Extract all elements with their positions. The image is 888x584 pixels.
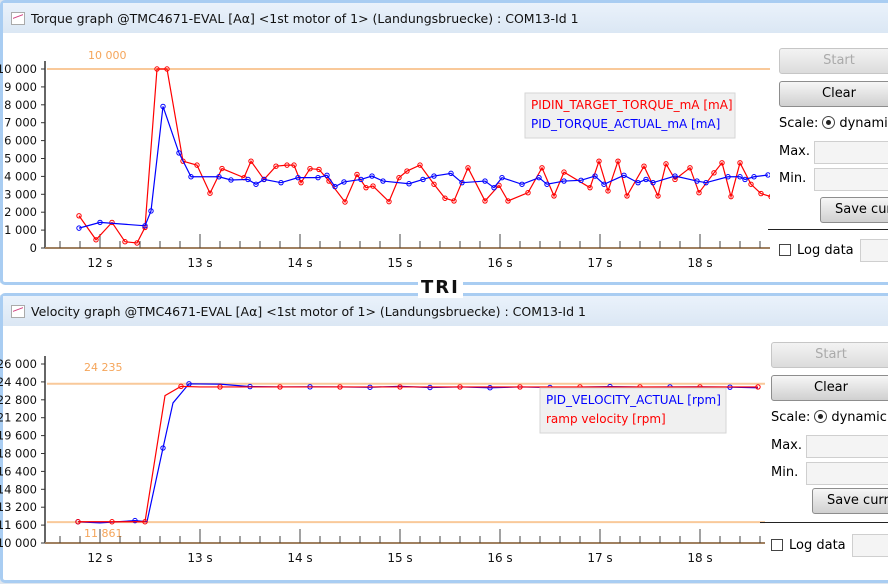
y-tick-label: 5 000 xyxy=(4,152,37,166)
y-tick-label: 22 800 xyxy=(0,393,37,407)
y-tick-label: 6 000 xyxy=(4,134,37,148)
min-input[interactable] xyxy=(806,462,888,485)
log-data-label: Log data xyxy=(789,538,846,553)
x-tick-label: 18 s xyxy=(687,551,712,565)
y-tick-label: 16 400 xyxy=(0,464,37,478)
x-tick-label: 13 s xyxy=(187,256,212,270)
graph-icon xyxy=(11,304,25,318)
scale-dynamic-label: dynamic xyxy=(831,410,887,425)
y-tick-label: 11 600 xyxy=(0,518,37,532)
reference-line-label: 10 000 xyxy=(88,49,127,62)
max-input[interactable] xyxy=(806,435,888,458)
max-input[interactable] xyxy=(814,141,888,164)
log-data-checkbox[interactable] xyxy=(779,244,791,256)
y-tick-label: 10 000 xyxy=(0,62,37,76)
y-tick-label: 4 000 xyxy=(4,169,37,183)
y-tick-label: 10 000 xyxy=(0,536,37,550)
x-tick-label: 17 s xyxy=(587,256,612,270)
velocity-chart: 24 235 11 861 10 000 11 600 13 200 14 800 16 4… xyxy=(0,356,765,565)
y-tick-label: 7 000 xyxy=(4,116,37,130)
title-bar[interactable]: Torque graph @TMC4671-EVAL [Aα] <1st mot… xyxy=(3,3,888,33)
x-tick-label: 16 s xyxy=(487,551,512,565)
clear-button[interactable]: Clear xyxy=(779,81,888,107)
reference-line-label: 24 235 xyxy=(84,361,123,374)
divider xyxy=(768,229,888,230)
x-tick-label: 18 s xyxy=(687,256,712,270)
y-tick-label: 1 000 xyxy=(4,223,37,237)
max-label: Max. xyxy=(779,144,811,159)
x-tick-label: 17 s xyxy=(587,551,612,565)
y-tick-label: 21 200 xyxy=(0,411,37,425)
torque-graph-window: Torque graph @TMC4671-EVAL [Aα] <1st mot… xyxy=(0,0,888,285)
start-button[interactable]: Start xyxy=(779,48,888,74)
legend-entry: PID_TORQUE_ACTUAL_mA [mA] xyxy=(531,117,720,131)
max-label: Max. xyxy=(771,438,803,453)
scale-dynamic-radio[interactable] xyxy=(814,410,828,423)
x-tick-label: 14 s xyxy=(287,551,312,565)
log-file-input[interactable] xyxy=(860,239,888,262)
log-data-control[interactable]: Log data xyxy=(771,538,846,553)
graph-icon xyxy=(11,11,25,25)
y-tick-label: 18 000 xyxy=(0,447,37,461)
x-tick-label: 12 s xyxy=(87,256,112,270)
legend-entry: PID_VELOCITY_ACTUAL [rpm] xyxy=(546,393,721,407)
x-tick-label: 13 s xyxy=(187,551,212,565)
min-input[interactable] xyxy=(814,168,888,191)
x-tick-label: 15 s xyxy=(387,256,412,270)
log-data-control[interactable]: Log data xyxy=(779,243,854,258)
divider xyxy=(760,522,888,523)
log-data-checkbox[interactable] xyxy=(771,539,783,551)
x-tick-label: 15 s xyxy=(387,551,412,565)
x-tick-label: 14 s xyxy=(287,256,312,270)
window-title: Velocity graph @TMC4671-EVAL [Aα] <1st m… xyxy=(31,303,586,319)
background-text: TRI xyxy=(418,278,463,298)
min-label: Min. xyxy=(779,171,807,186)
y-tick-label: 9 000 xyxy=(4,80,37,94)
window-title: Torque graph @TMC4671-EVAL [Aα] <1st mot… xyxy=(31,10,579,26)
title-bar[interactable]: Velocity graph @TMC4671-EVAL [Aα] <1st m… xyxy=(3,296,888,326)
scale-dynamic-label: dynamic xyxy=(839,116,888,131)
scale-label: Scale: xyxy=(779,116,819,131)
scale-control: Scale: dynamic xyxy=(771,410,887,425)
min-label: Min. xyxy=(771,465,799,480)
x-tick-label: 16 s xyxy=(487,256,512,270)
start-button[interactable]: Start xyxy=(771,342,888,368)
clear-button[interactable]: Clear xyxy=(771,375,888,401)
x-tick-label: 12 s xyxy=(87,551,112,565)
y-tick-label: 0 xyxy=(30,241,37,255)
log-data-label: Log data xyxy=(797,243,854,258)
y-tick-label: 8 000 xyxy=(4,98,37,112)
y-tick-label: 19 600 xyxy=(0,429,37,443)
save-current-button[interactable]: Save curr xyxy=(820,197,888,223)
save-current-button[interactable]: Save curre xyxy=(812,488,888,514)
legend-entry: ramp velocity [rpm] xyxy=(546,412,666,426)
y-tick-label: 2 000 xyxy=(4,205,37,219)
reference-line-label: 11 861 xyxy=(84,527,123,540)
y-tick-label: 13 200 xyxy=(0,500,37,514)
y-tick-label: 3 000 xyxy=(4,187,37,201)
scale-dynamic-radio[interactable] xyxy=(822,116,836,129)
y-tick-label: 14 800 xyxy=(0,482,37,496)
legend-entry: PIDIN_TARGET_TORQUE_mA [mA] xyxy=(531,98,733,112)
scale-label: Scale: xyxy=(771,410,811,425)
log-file-input[interactable] xyxy=(852,534,888,557)
torque-chart: 10 000 0 1 000 2 000 3 000 4 000 5 000 6 000 7 0… xyxy=(0,49,770,270)
velocity-graph-window: Velocity graph @TMC4671-EVAL [Aα] <1st m… xyxy=(0,293,888,583)
y-tick-label: 26 000 xyxy=(0,357,37,371)
scale-control: Scale: dynamic xyxy=(779,116,888,131)
y-tick-label: 24 400 xyxy=(0,375,37,389)
